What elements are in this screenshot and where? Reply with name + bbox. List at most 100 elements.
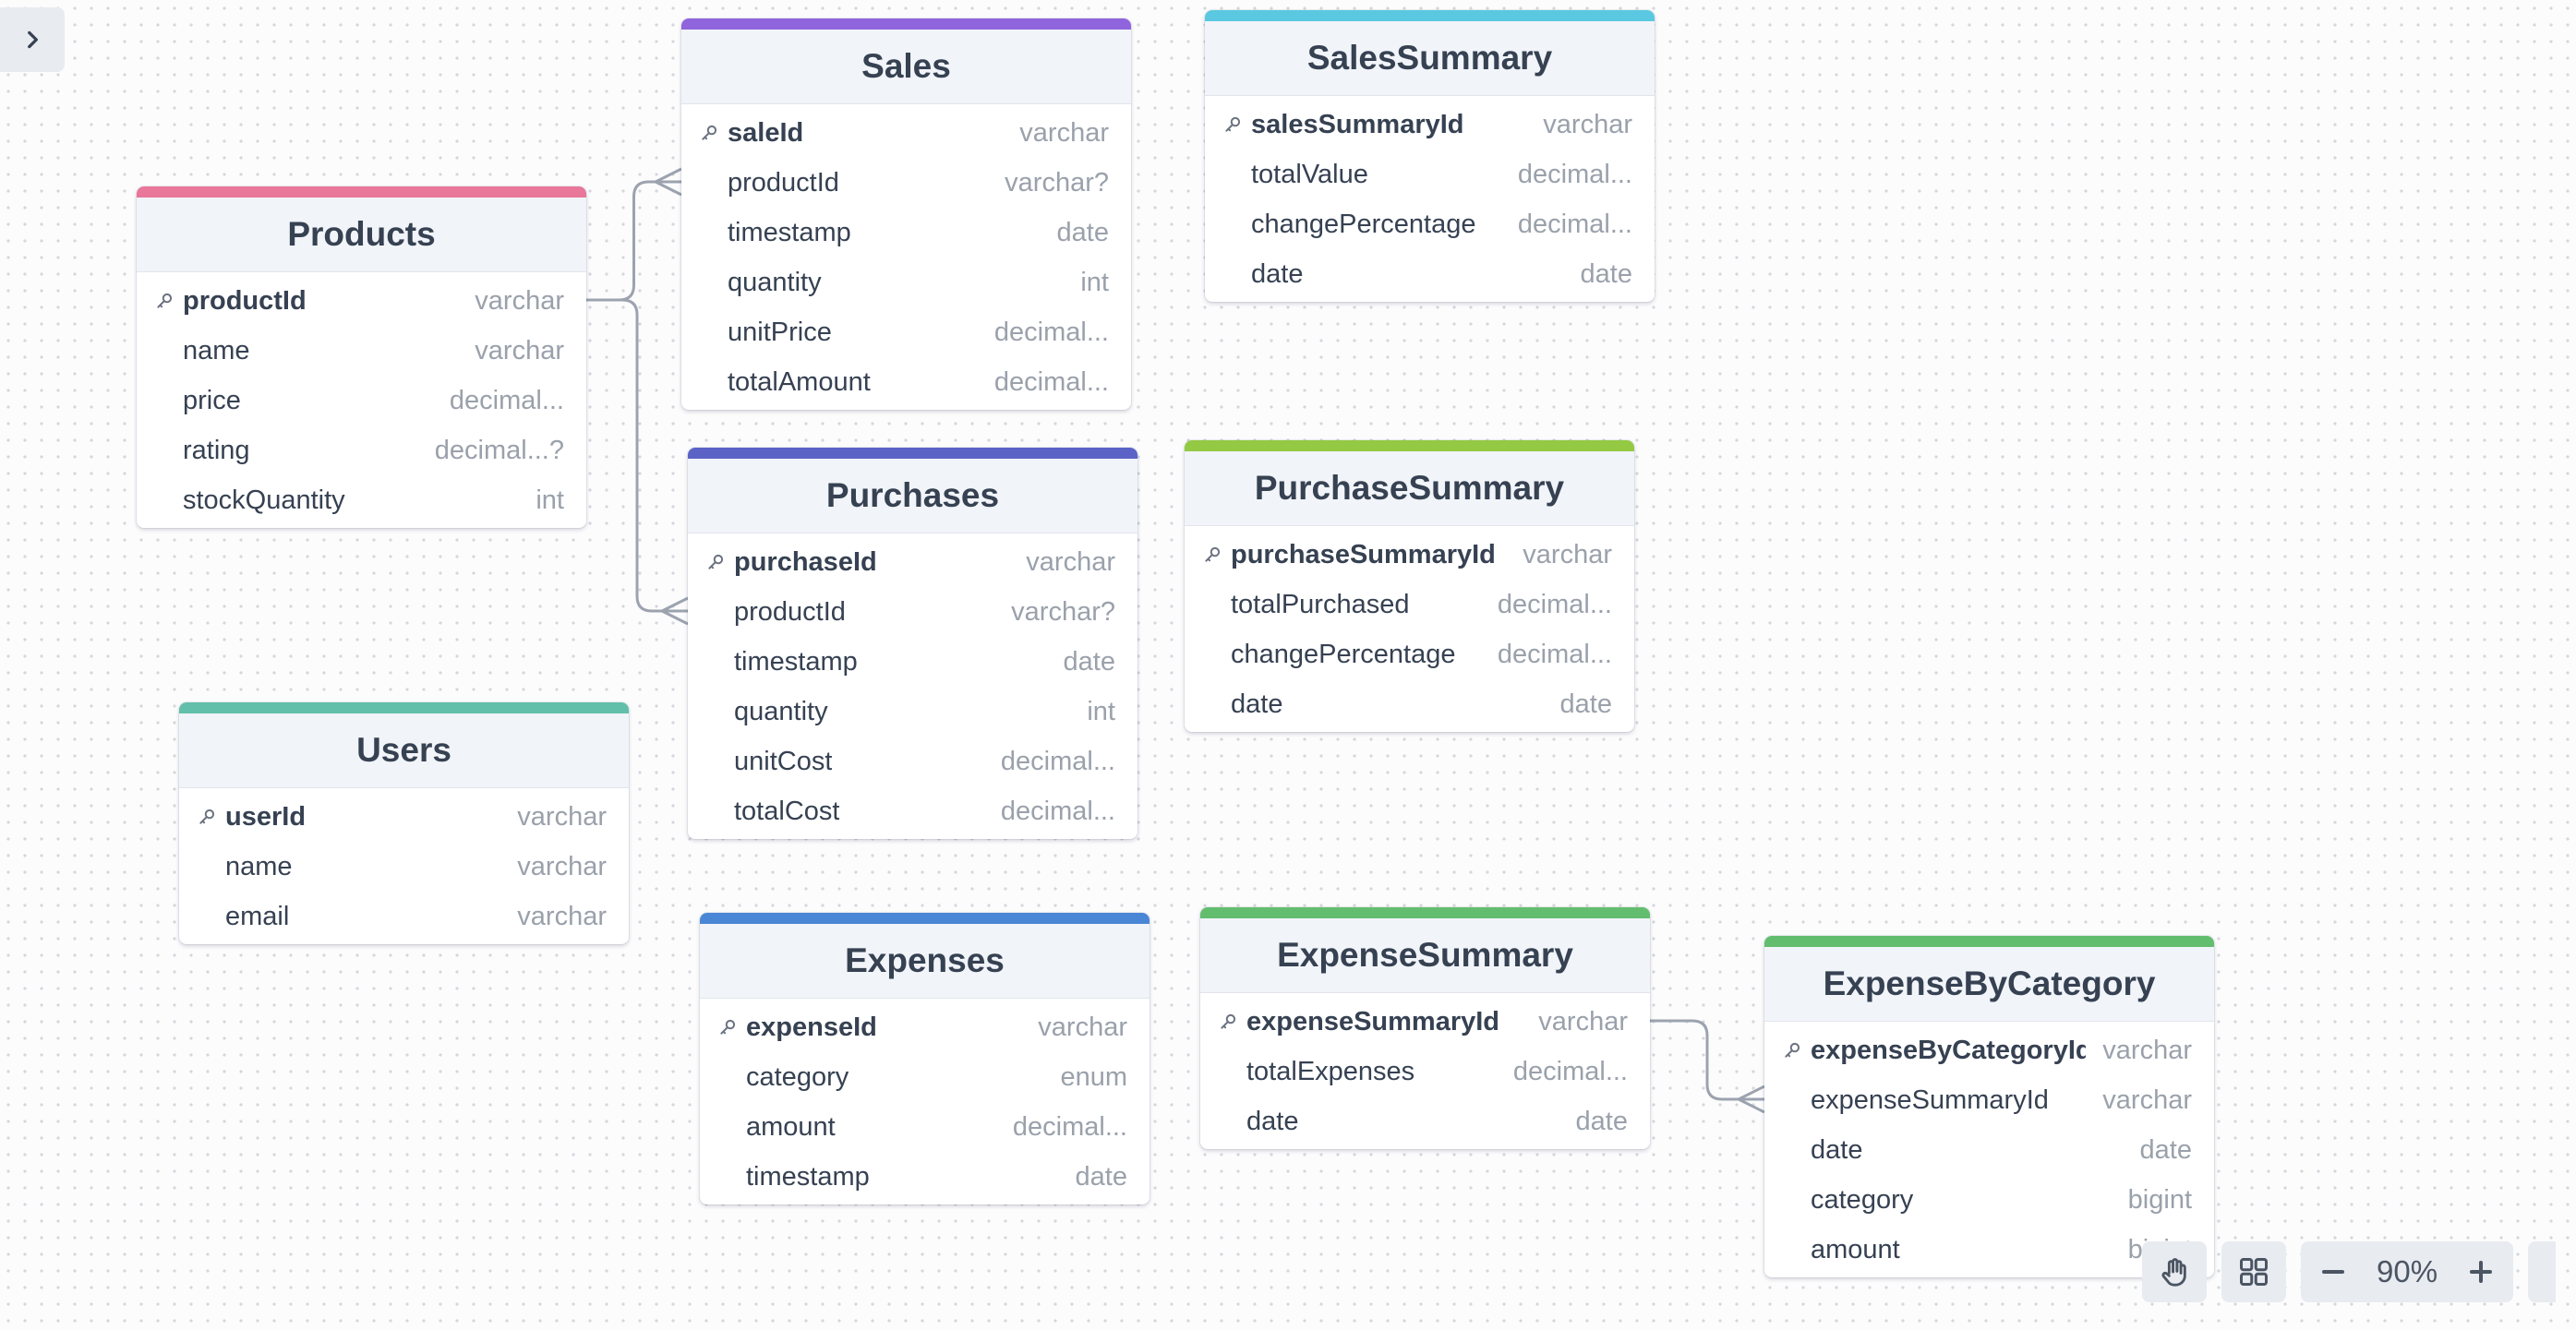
- field-row[interactable]: totalExpenses decimal...: [1200, 1047, 1650, 1096]
- relationship-line[interactable]: [586, 298, 688, 613]
- field-row[interactable]: email varchar: [179, 892, 629, 941]
- crows-foot-marker: [661, 596, 689, 626]
- table-title[interactable]: Sales: [681, 30, 1131, 104]
- auto-layout-button[interactable]: [2221, 1241, 2286, 1302]
- field-left: category: [1783, 1185, 2112, 1216]
- field-row[interactable]: timestamp date: [700, 1152, 1150, 1202]
- field-row[interactable]: name varchar: [179, 842, 629, 892]
- field-type: varchar?: [1011, 596, 1115, 627]
- relationship-line[interactable]: [1650, 1019, 1764, 1101]
- field-row[interactable]: unitCost decimal...: [688, 737, 1138, 786]
- field-row[interactable]: changePercentage decimal...: [1185, 629, 1634, 679]
- field-row[interactable]: productId varchar?: [688, 587, 1138, 637]
- key-icon: [700, 124, 728, 142]
- relationship-line[interactable]: [586, 180, 681, 302]
- table-sales[interactable]: Sales saleId varchar productId varchar? times…: [681, 18, 1131, 410]
- table-title[interactable]: Products: [137, 198, 586, 272]
- field-left: amount: [718, 1112, 996, 1143]
- toolbar-extra-button[interactable]: [2528, 1241, 2557, 1302]
- table-color-bar: [688, 448, 1138, 459]
- field-name: totalValue: [1251, 159, 1368, 189]
- table-products[interactable]: Products productId varchar name varchar price…: [137, 186, 586, 528]
- table-purchases[interactable]: Purchases purchaseId varchar productId varch…: [688, 448, 1138, 839]
- field-name: productId: [728, 167, 839, 198]
- field-left: category: [718, 1062, 1043, 1093]
- field-type: decimal...: [449, 385, 564, 415]
- field-row[interactable]: timestamp date: [688, 637, 1138, 687]
- field-row[interactable]: date date: [1200, 1096, 1650, 1146]
- field-type: date: [2139, 1134, 2192, 1165]
- field-row[interactable]: category enum: [700, 1052, 1150, 1102]
- field-row[interactable]: userId varchar: [179, 792, 629, 842]
- field-name: saleId: [728, 117, 804, 148]
- field-type: varchar: [1026, 546, 1115, 577]
- table-users[interactable]: Users userId varchar name varchar email varcha…: [179, 702, 629, 944]
- field-row[interactable]: expenseId varchar: [700, 1002, 1150, 1052]
- field-row[interactable]: amount decimal...: [700, 1102, 1150, 1152]
- table-title[interactable]: ExpenseByCategory: [1764, 947, 2214, 1022]
- table-expensebycategory[interactable]: ExpenseByCategory expenseByCategoryId varc…: [1764, 936, 2214, 1277]
- field-left: saleId: [700, 118, 1003, 149]
- field-row[interactable]: category bigint: [1764, 1175, 2214, 1225]
- field-row[interactable]: salesSummaryId varchar: [1205, 100, 1655, 150]
- table-title[interactable]: Users: [179, 713, 629, 788]
- field-row[interactable]: price decimal...: [137, 376, 586, 425]
- table-expenses[interactable]: Expenses expenseId varchar category enum amou…: [700, 913, 1150, 1204]
- field-row[interactable]: totalCost decimal...: [688, 786, 1138, 836]
- field-row[interactable]: date date: [1205, 249, 1655, 299]
- field-row[interactable]: totalPurchased decimal...: [1185, 580, 1634, 629]
- field-row[interactable]: unitPrice decimal...: [681, 307, 1131, 357]
- field-row[interactable]: saleId varchar: [681, 108, 1131, 158]
- field-row[interactable]: changePercentage decimal...: [1205, 199, 1655, 249]
- sidebar-toggle-button[interactable]: [0, 7, 65, 72]
- field-row[interactable]: expenseSummaryId varchar: [1200, 997, 1650, 1047]
- zoom-out-button[interactable]: [2301, 1241, 2365, 1302]
- field-left: totalAmount: [700, 367, 978, 398]
- table-salessummary[interactable]: SalesSummary salesSummaryId varchar totalVa…: [1205, 10, 1655, 302]
- field-row[interactable]: name varchar: [137, 326, 586, 376]
- field-row[interactable]: rating decimal...?: [137, 425, 586, 475]
- field-type: varchar: [2102, 1035, 2192, 1065]
- field-row[interactable]: expenseSummaryId varchar: [1764, 1075, 2214, 1125]
- field-name: email: [225, 901, 290, 931]
- field-type: decimal...?: [434, 435, 564, 465]
- field-row[interactable]: productId varchar: [137, 276, 586, 326]
- field-row[interactable]: timestamp date: [681, 208, 1131, 258]
- table-title[interactable]: ExpenseSummary: [1200, 918, 1650, 993]
- field-name: purchaseId: [734, 546, 877, 577]
- field-row[interactable]: quantity int: [688, 687, 1138, 737]
- table-title[interactable]: Expenses: [700, 924, 1150, 999]
- field-row[interactable]: date date: [1764, 1125, 2214, 1175]
- zoom-in-button[interactable]: [2449, 1241, 2513, 1302]
- field-row[interactable]: totalValue decimal...: [1205, 150, 1655, 199]
- field-type: enum: [1060, 1061, 1127, 1092]
- key-icon: [1223, 115, 1251, 134]
- field-row[interactable]: productId varchar?: [681, 158, 1131, 208]
- table-color-bar: [1185, 440, 1634, 451]
- field-left: price: [155, 386, 433, 416]
- field-type: date: [1075, 1161, 1127, 1192]
- table-title[interactable]: SalesSummary: [1205, 21, 1655, 96]
- table-expensesummary[interactable]: ExpenseSummary expenseSummaryId varchar tot…: [1200, 907, 1650, 1149]
- field-row[interactable]: purchaseId varchar: [688, 537, 1138, 587]
- field-name: salesSummaryId: [1251, 109, 1464, 139]
- field-row[interactable]: purchaseSummaryId varchar: [1185, 530, 1634, 580]
- table-purchasesummary[interactable]: PurchaseSummary purchaseSummaryId varchar t…: [1185, 440, 1634, 732]
- field-left: name: [198, 852, 500, 882]
- field-type: decimal...: [993, 366, 1109, 397]
- field-row[interactable]: quantity int: [681, 258, 1131, 307]
- field-left: amount: [1783, 1235, 2112, 1265]
- pan-tool-button[interactable]: [2142, 1241, 2207, 1302]
- field-row[interactable]: expenseByCategoryId varchar: [1764, 1025, 2214, 1075]
- field-left: email: [198, 902, 500, 932]
- field-row[interactable]: date date: [1185, 679, 1634, 729]
- field-type: int: [1087, 696, 1115, 726]
- field-name: timestamp: [734, 646, 858, 677]
- table-title[interactable]: PurchaseSummary: [1185, 451, 1634, 526]
- field-type: varchar: [475, 335, 564, 365]
- field-row[interactable]: stockQuantity int: [137, 475, 586, 525]
- field-row[interactable]: totalAmount decimal...: [681, 357, 1131, 407]
- diagram-canvas[interactable]: Products productId varchar name varchar price…: [0, 0, 2576, 1330]
- table-color-bar: [137, 186, 586, 198]
- table-title[interactable]: Purchases: [688, 459, 1138, 533]
